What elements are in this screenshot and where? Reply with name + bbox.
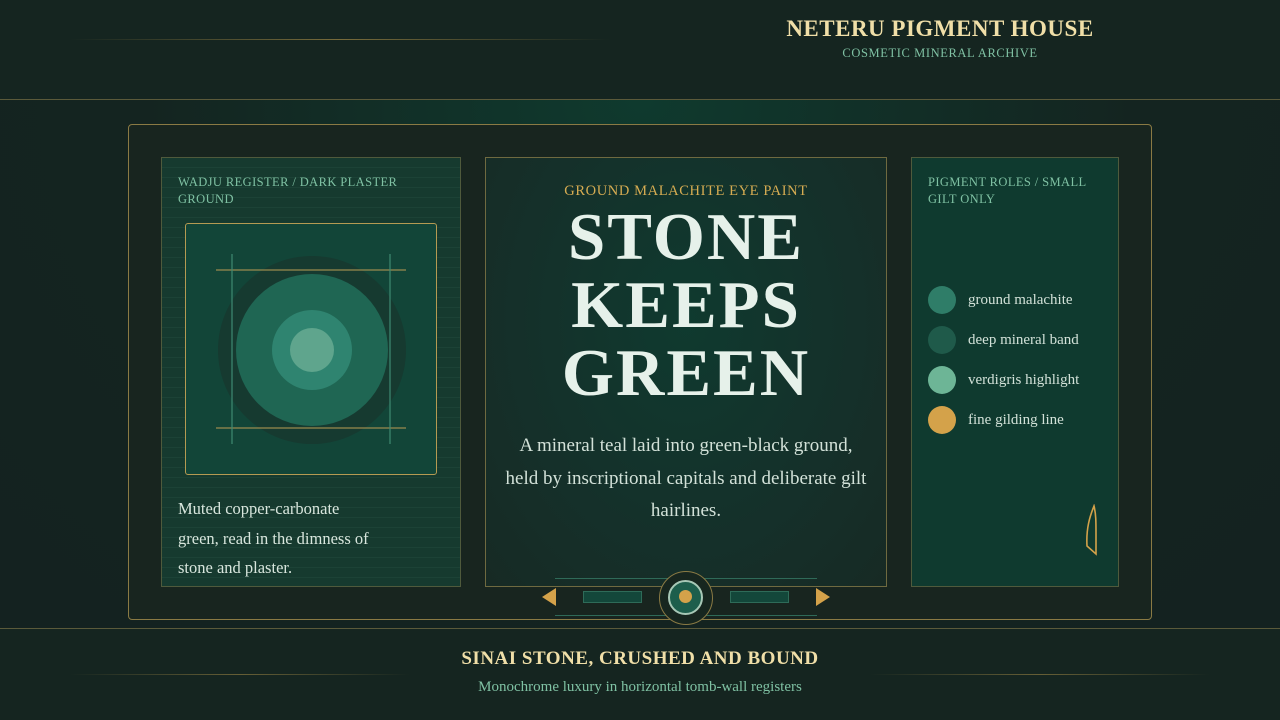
pager-next-button[interactable] — [814, 587, 832, 607]
hero-title: STONE KEEPS GREEN — [485, 203, 887, 407]
swatch-list: ground malachite deep mineral band verdi… — [928, 286, 1108, 446]
hero-eyebrow: GROUND MALACHITE EYE PAINT — [564, 183, 808, 199]
swatch-dot — [928, 326, 956, 354]
left-panel-label: WADJU REGISTER / DARK PLASTER GROUND — [178, 175, 398, 206]
swatch-item-deep-mineral-band[interactable]: deep mineral band — [928, 326, 1108, 354]
swatch-label: ground malachite — [968, 291, 1073, 308]
reed-feather-icon — [1086, 504, 1097, 556]
swatch-label: verdigris highlight — [968, 371, 1080, 388]
pager-knob-dot — [679, 590, 692, 603]
brand-subtitle: COSMETIC MINERAL ARCHIVE — [842, 46, 1038, 60]
hero-body-copy: A mineral teal laid into green-black gro… — [505, 435, 867, 521]
swatch-dot — [928, 366, 956, 394]
pager-track-right[interactable] — [730, 591, 789, 603]
hero-line-2: KEEPS — [571, 268, 801, 342]
emblem-core — [290, 328, 334, 372]
swatch-item-ground-malachite[interactable]: ground malachite — [928, 286, 1108, 314]
footer-gilt-rule-right — [870, 674, 1210, 675]
swatch-dot — [928, 406, 956, 434]
hero-line-3: GREEN — [561, 336, 811, 410]
footer-title: SINAI STONE, CRUSHED AND BOUND — [461, 648, 819, 669]
emblem-box — [185, 223, 437, 475]
swatch-item-verdigris-highlight[interactable]: verdigris highlight — [928, 366, 1108, 394]
swatch-item-fine-gilding-line[interactable]: fine gilding line — [928, 406, 1108, 434]
left-panel-caption: Muted copper-carbonate green, read in th… — [178, 499, 369, 577]
header-gilt-rule — [70, 39, 610, 40]
right-panel-label: PIGMENT ROLES / SMALL GILT ONLY — [928, 175, 1087, 206]
pager-prev-button[interactable] — [540, 587, 558, 607]
swatch-label: deep mineral band — [968, 331, 1079, 348]
concentric-disc-emblem-icon — [216, 254, 406, 444]
pager-track-left[interactable] — [583, 591, 642, 603]
brand-title: NETERU PIGMENT HOUSE — [786, 16, 1094, 41]
swatch-dot — [928, 286, 956, 314]
footer-subtitle: Monochrome luxury in horizontal tomb-wal… — [478, 679, 802, 695]
swatch-label: fine gilding line — [968, 411, 1064, 428]
footer-gilt-rule-left — [70, 674, 410, 675]
triangle-right-icon — [816, 588, 830, 606]
triangle-left-icon — [542, 588, 556, 606]
hero-line-1: STONE — [568, 200, 804, 274]
